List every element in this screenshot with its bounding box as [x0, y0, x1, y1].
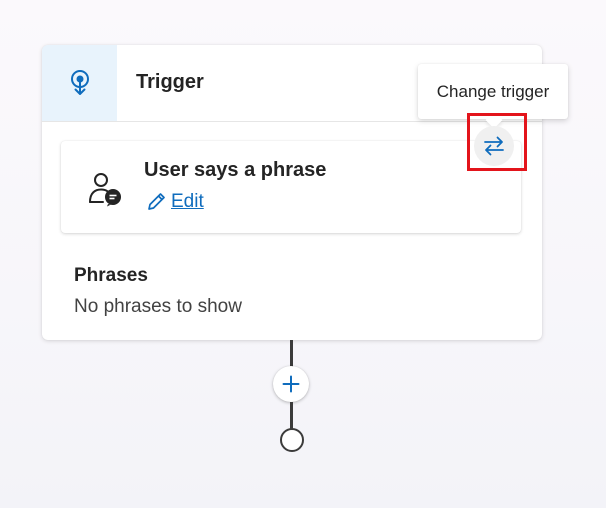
end-node — [280, 428, 304, 452]
pencil-icon — [148, 193, 165, 210]
highlight-box — [467, 113, 527, 171]
connector-line — [290, 340, 293, 368]
card-title: Trigger — [136, 71, 204, 93]
user-chat-icon — [89, 173, 121, 207]
plus-icon — [282, 375, 300, 393]
trigger-type-title: User says a phrase — [144, 159, 327, 181]
trigger-type-box: User says a phrase Edit — [61, 141, 521, 233]
add-node-button[interactable] — [273, 366, 309, 402]
tooltip-text: Change trigger — [436, 81, 550, 101]
edit-link-label[interactable]: Edit — [171, 191, 204, 213]
phrases-empty-text: No phrases to show — [74, 296, 242, 317]
change-trigger-tooltip: Change trigger — [418, 64, 568, 119]
trigger-icon — [42, 45, 117, 121]
phrases-heading: Phrases — [74, 265, 148, 286]
edit-link[interactable]: Edit — [145, 191, 204, 213]
connector-line-lower — [290, 402, 293, 430]
